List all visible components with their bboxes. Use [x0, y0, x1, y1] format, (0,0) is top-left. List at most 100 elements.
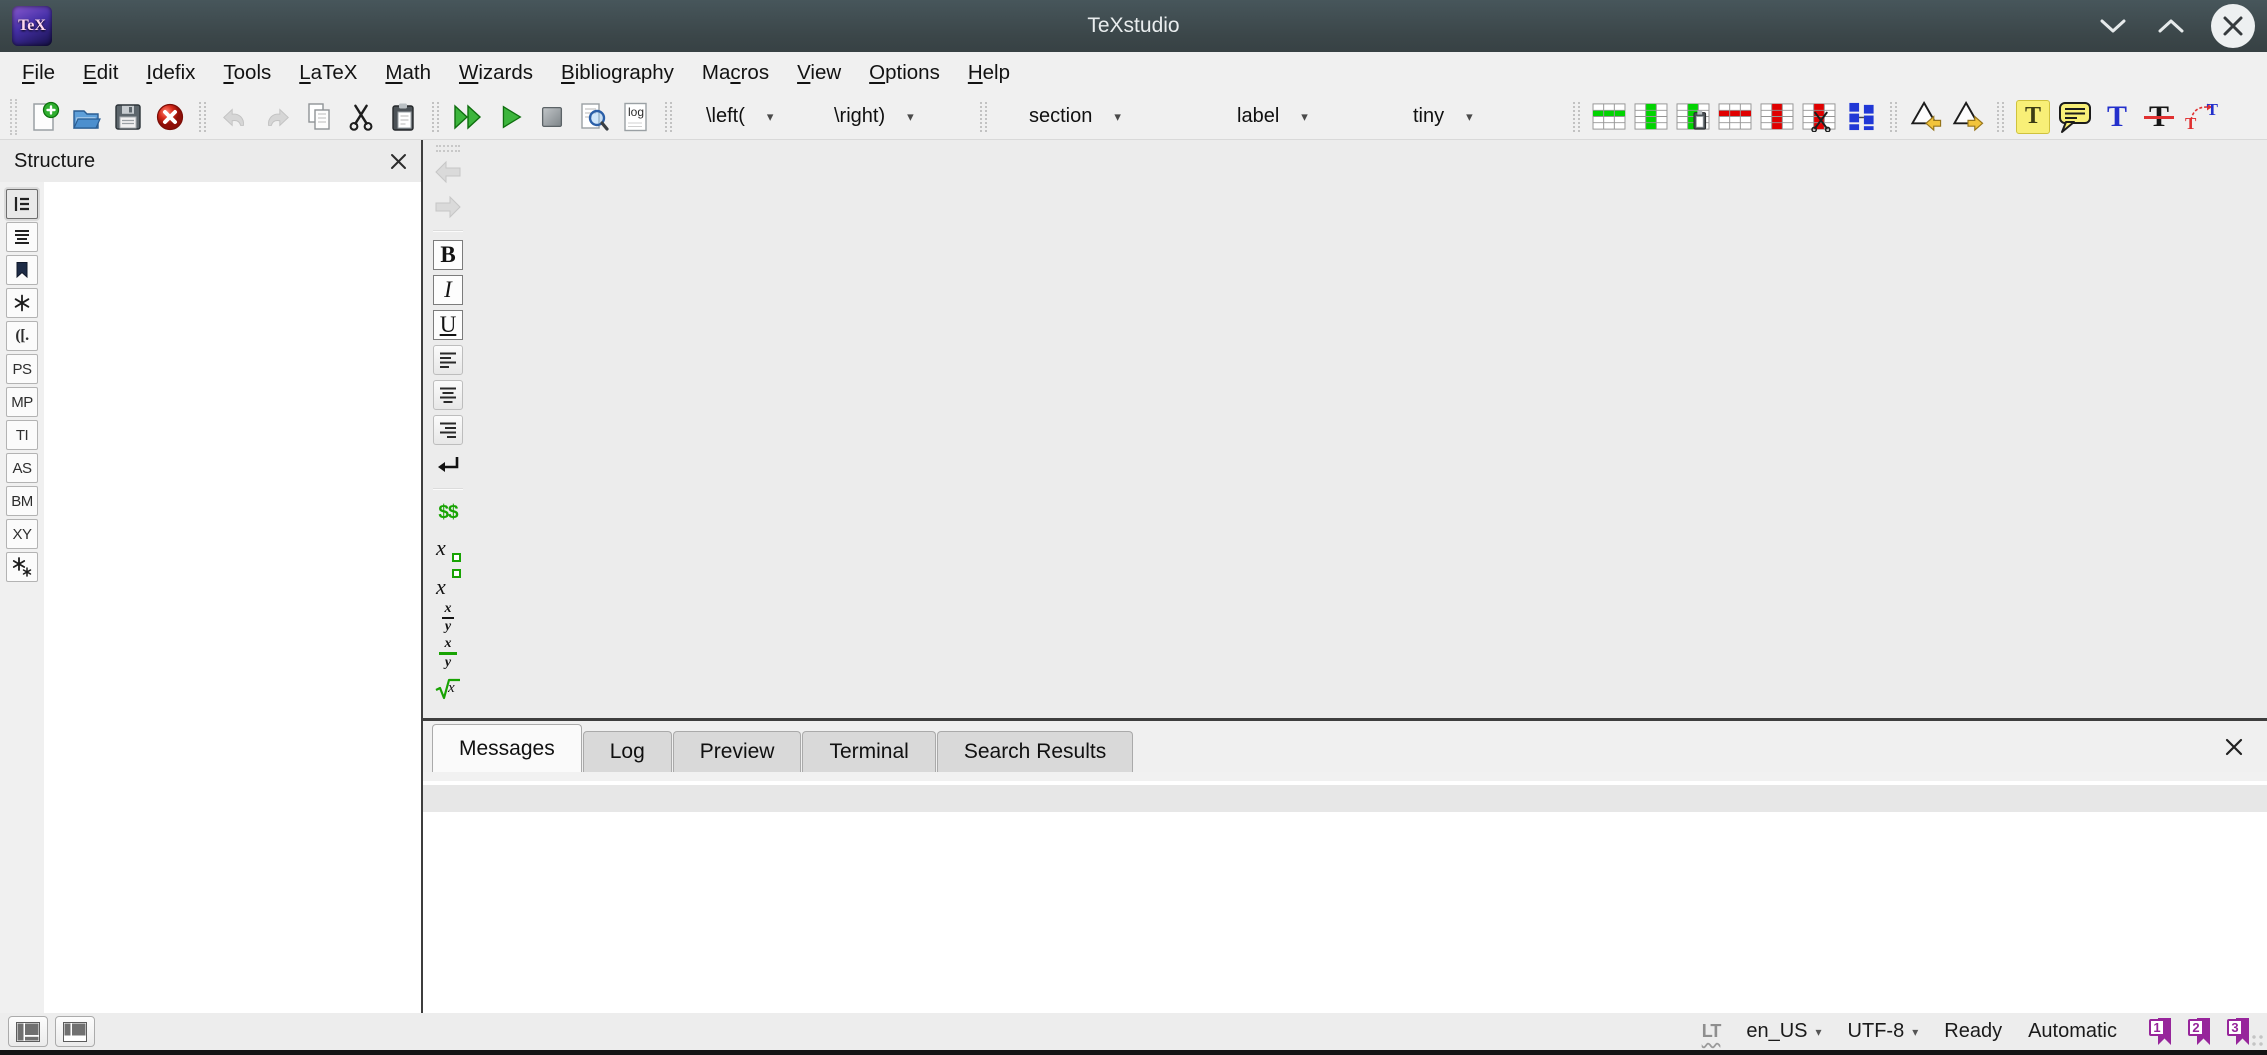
- sidebar-tab-xymatrix[interactable]: XY: [6, 519, 38, 549]
- menu-bibliography[interactable]: Bibliography: [547, 61, 688, 85]
- bold-button[interactable]: B: [428, 240, 468, 270]
- strikethrough-button[interactable]: T: [2138, 97, 2180, 137]
- bookmark-2-button[interactable]: 2: [2188, 1018, 2210, 1045]
- text-color-button[interactable]: T: [2096, 97, 2138, 137]
- bookmark-1-button[interactable]: 1: [2149, 1018, 2171, 1045]
- comment-button[interactable]: [2054, 97, 2096, 137]
- save-button[interactable]: [107, 97, 149, 137]
- cut-table-column-button[interactable]: [1798, 97, 1840, 137]
- back-button[interactable]: [428, 157, 468, 187]
- maximize-button[interactable]: [2153, 8, 2189, 44]
- underline-button[interactable]: U: [428, 310, 468, 340]
- menu-idefix[interactable]: Idefix: [132, 61, 209, 85]
- menu-macros[interactable]: Macros: [688, 61, 783, 85]
- structure-tree-view[interactable]: [44, 182, 421, 1013]
- math-toolbar-drag-handle[interactable]: [436, 145, 460, 152]
- menu-options[interactable]: Options: [855, 61, 954, 85]
- right-delimiter-combobox[interactable]: \right) ▾: [826, 105, 972, 128]
- open-button[interactable]: [65, 97, 107, 137]
- copy-button[interactable]: [298, 97, 340, 137]
- add-table-column-button[interactable]: [1630, 97, 1672, 137]
- sidebar-tab-beamer[interactable]: BM: [6, 486, 38, 516]
- undo-button[interactable]: [214, 97, 256, 137]
- align-center-button[interactable]: [428, 380, 468, 410]
- toggle-bottom-panel-button[interactable]: [55, 1016, 95, 1047]
- font-size-combobox[interactable]: tiny ▾: [1405, 105, 1565, 128]
- toggle-sidebar-button[interactable]: [8, 1016, 48, 1047]
- editor-area[interactable]: [473, 140, 2267, 718]
- menu-help[interactable]: Help: [954, 61, 1024, 85]
- forward-button[interactable]: [428, 192, 468, 222]
- left-delimiter-combobox[interactable]: \left( ▾: [698, 105, 826, 128]
- tab-log[interactable]: Log: [583, 731, 672, 772]
- resize-grip[interactable]: [2251, 1034, 2265, 1048]
- close-document-button[interactable]: [149, 97, 191, 137]
- bold-icon: B: [433, 240, 463, 270]
- paste-button[interactable]: [382, 97, 424, 137]
- add-table-row-button[interactable]: [1588, 97, 1630, 137]
- delta-next-button[interactable]: [1947, 97, 1989, 137]
- italic-button[interactable]: I: [428, 275, 468, 305]
- chevron-down-icon: ▾: [1301, 109, 1308, 125]
- sqrt-button[interactable]: x: [428, 673, 468, 703]
- menu-file[interactable]: File: [8, 61, 69, 85]
- highlight-button[interactable]: T: [2012, 97, 2054, 137]
- sidebar-tab-structure[interactable]: [6, 189, 38, 219]
- stop-button[interactable]: [531, 97, 573, 137]
- bottom-panel-close-button[interactable]: [2219, 732, 2249, 762]
- sidebar-tab-bookmarks[interactable]: [6, 255, 38, 285]
- subscript-button[interactable]: x: [428, 533, 468, 563]
- cut-button[interactable]: [340, 97, 382, 137]
- languagetool-indicator[interactable]: LT: [1702, 1021, 1721, 1042]
- minimize-button[interactable]: [2095, 8, 2131, 44]
- menu-math[interactable]: Math: [371, 61, 445, 85]
- paste-table-column-button[interactable]: [1672, 97, 1714, 137]
- newline-button[interactable]: [428, 450, 468, 480]
- align-left-button[interactable]: [428, 345, 468, 375]
- line-endings-label[interactable]: Automatic: [2028, 1020, 2117, 1043]
- bookmark-3-button[interactable]: 3: [2227, 1018, 2249, 1045]
- replace-text-button[interactable]: T T: [2180, 97, 2222, 137]
- sidebar-tab-asymptote[interactable]: AS: [6, 453, 38, 483]
- menu-edit[interactable]: Edit: [69, 61, 132, 85]
- messages-list[interactable]: [423, 812, 2267, 1013]
- remove-table-column-button[interactable]: [1756, 97, 1798, 137]
- sidebar-tab-document[interactable]: [6, 222, 38, 252]
- sidebar-tab-favorites[interactable]: [6, 552, 38, 582]
- menu-latex[interactable]: LaTeX: [285, 61, 371, 85]
- remove-table-row-button[interactable]: [1714, 97, 1756, 137]
- sidebar-tab-brackets[interactable]: ([.: [6, 321, 38, 351]
- new-document-button[interactable]: [23, 97, 65, 137]
- menu-view[interactable]: View: [783, 61, 855, 85]
- menu-wizards[interactable]: Wizards: [445, 61, 547, 85]
- encoding-select[interactable]: UTF-8 ▾: [1848, 1020, 1919, 1043]
- align-table-columns-button[interactable]: [1840, 97, 1882, 137]
- display-fraction-button[interactable]: x y: [428, 638, 468, 668]
- sidebar-tab-metapost[interactable]: MP: [6, 387, 38, 417]
- sidebar-tab-pstricks[interactable]: PS: [6, 354, 38, 384]
- align-right-button[interactable]: [428, 415, 468, 445]
- references-combobox[interactable]: label ▾: [1229, 105, 1377, 128]
- sidebar-tab-tikz[interactable]: TI: [6, 420, 38, 450]
- build-and-view-button[interactable]: [447, 97, 489, 137]
- triangle-right-arrow-icon: [1951, 100, 1985, 133]
- inline-math-button[interactable]: $$: [428, 498, 468, 528]
- tab-preview[interactable]: Preview: [673, 731, 802, 772]
- log-file-button[interactable]: log: [615, 97, 657, 137]
- view-log-button[interactable]: [573, 97, 615, 137]
- menu-tools[interactable]: Tools: [209, 61, 285, 85]
- tab-search-results[interactable]: Search Results: [937, 731, 1133, 772]
- redo-button[interactable]: [256, 97, 298, 137]
- compile-button[interactable]: [489, 97, 531, 137]
- sectioning-combobox[interactable]: section ▾: [1021, 105, 1209, 128]
- structure-close-button[interactable]: [390, 153, 407, 170]
- sidebar-tab-symbols[interactable]: [6, 288, 38, 318]
- close-button[interactable]: [2211, 4, 2255, 48]
- fraction-button[interactable]: x y: [428, 603, 468, 633]
- language-select[interactable]: en_US ▾: [1746, 1020, 1821, 1043]
- delta-previous-button[interactable]: [1905, 97, 1947, 137]
- tab-messages[interactable]: Messages: [432, 724, 582, 772]
- superscript-button[interactable]: x: [428, 568, 468, 598]
- tab-terminal[interactable]: Terminal: [802, 731, 935, 772]
- toolbar-drag-handle[interactable]: [10, 99, 17, 135]
